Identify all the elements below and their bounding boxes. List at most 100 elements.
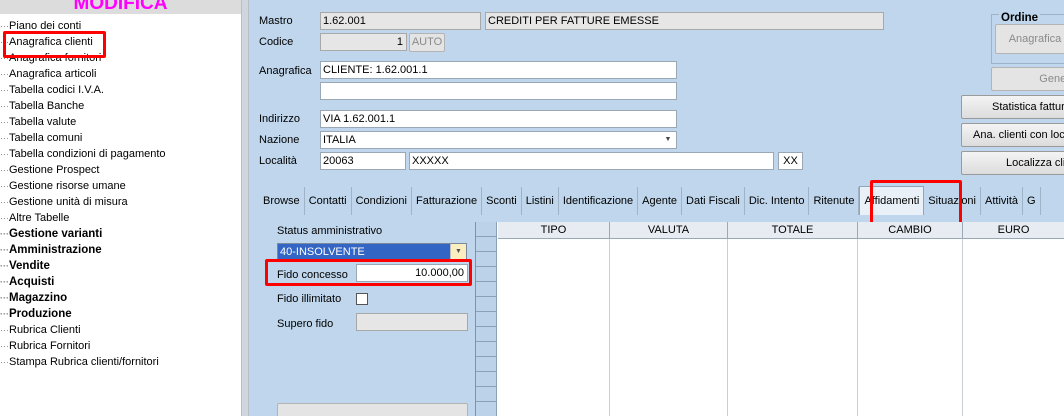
tree-header: MODIFICA xyxy=(0,0,241,14)
tree-item[interactable]: ···Rubrica Clienti xyxy=(0,322,166,338)
chevron-down-icon[interactable]: ▼ xyxy=(450,244,466,260)
tree-item-label: Anagrafica clienti xyxy=(9,36,93,48)
splitter[interactable] xyxy=(241,0,249,416)
nazione-combo[interactable]: ITALIA ▼ xyxy=(320,131,677,149)
tree-item[interactable]: ···Stampa Rubrica clienti/fornitori xyxy=(0,354,166,370)
tree-item[interactable]: ···Anagrafica fornitori xyxy=(0,50,166,66)
ana-clienti-localita-button[interactable]: Ana. clienti con località xyxy=(961,123,1064,147)
grid-row-header-cell[interactable] xyxy=(476,252,496,267)
tree-item-label: Gestione unità di misura xyxy=(9,196,128,208)
chevron-down-icon[interactable]: ▼ xyxy=(660,132,676,148)
grid-row-header-cell[interactable] xyxy=(476,267,496,282)
tree-item-label: Produzione xyxy=(9,308,72,320)
tree-connector-icon: ··· xyxy=(0,325,9,335)
tab-situazioni[interactable]: Situazioni xyxy=(924,187,981,215)
affidamenti-grid[interactable]: TIPO VALUTA TOTALE CAMBIO EURO xyxy=(475,222,1064,416)
grid-row-header-cell[interactable] xyxy=(476,327,496,342)
grid-row-header-cell[interactable] xyxy=(476,297,496,312)
tab-condizioni[interactable]: Condizioni xyxy=(351,187,412,215)
status-amministrativo-combo[interactable]: 40-INSOLVENTE ▼ xyxy=(277,243,467,261)
tree-item[interactable]: ···Produzione xyxy=(0,306,166,322)
tree-connector-icon: ··· xyxy=(0,101,9,111)
tree-connector-icon: ··· xyxy=(0,197,9,207)
grid-column-header[interactable]: VALUTA xyxy=(610,222,728,239)
genera-button[interactable]: Genera xyxy=(991,67,1064,91)
tab-affidamenti[interactable]: Affidamenti xyxy=(859,186,925,215)
tree-item[interactable]: ···Gestione risorse umane xyxy=(0,178,166,194)
tab-browse[interactable]: Browse xyxy=(259,187,305,215)
grid-row-header-cell[interactable] xyxy=(476,372,496,387)
anagrafica-button[interactable]: Anagrafica xyxy=(995,24,1064,54)
fido-concesso-field[interactable]: 10.000,00 xyxy=(356,264,468,282)
localita-field[interactable]: XXXXX xyxy=(409,152,774,170)
codice-label: Codice xyxy=(259,36,294,48)
tree-item-label: Amministrazione xyxy=(9,244,102,256)
tree-item-label: Tabella Banche xyxy=(9,100,85,112)
grid-row-header-cell[interactable] xyxy=(476,222,496,237)
fido-illimitato-checkbox[interactable] xyxy=(356,293,368,305)
tree-connector-icon: ··· xyxy=(0,53,9,63)
tree-item[interactable]: ···Tabella comuni xyxy=(0,130,166,146)
tree-item[interactable]: ···Tabella valute xyxy=(0,114,166,130)
bottom-button[interactable] xyxy=(277,403,468,416)
mastro-code-field[interactable]: 1.62.001 xyxy=(320,12,481,30)
tab-identificazione[interactable]: Identificazione xyxy=(558,187,639,215)
tree-item[interactable]: ···Anagrafica articoli xyxy=(0,66,166,82)
indirizzo-field[interactable]: VIA 1.62.001.1 xyxy=(320,110,677,128)
grid-column-divider xyxy=(609,239,610,416)
tree-connector-icon: ··· xyxy=(0,117,9,127)
tree-item-label: Gestione varianti xyxy=(9,228,103,240)
tree-item[interactable]: ···Gestione Prospect xyxy=(0,162,166,178)
grid-column-header[interactable]: EURO xyxy=(963,222,1064,239)
grid-row-header-cell[interactable] xyxy=(476,237,496,252)
auto-button[interactable]: AUTO xyxy=(409,33,445,52)
tree-connector-icon: ··· xyxy=(0,309,9,319)
ordine-label: Ordine xyxy=(999,11,1041,25)
localizza-cliente-button[interactable]: Localizza cliente xyxy=(961,151,1064,175)
tree-item[interactable]: ···Rubrica Fornitori xyxy=(0,338,166,354)
tree-item[interactable]: ···Tabella codici I.V.A. xyxy=(0,82,166,98)
grid-row-header-cell[interactable] xyxy=(476,387,496,402)
tree-item[interactable]: ···Gestione varianti xyxy=(0,226,166,242)
tab-ritenute[interactable]: Ritenute xyxy=(809,187,860,215)
provincia-field[interactable]: XX xyxy=(778,152,803,170)
grid-row-header-cell[interactable] xyxy=(476,312,496,327)
tree-item[interactable]: ···Piano dei conti xyxy=(0,18,166,34)
tab-dic-intento[interactable]: Dic. Intento xyxy=(744,187,810,215)
tab-agente[interactable]: Agente xyxy=(638,187,683,215)
tree-item[interactable]: ···Magazzino xyxy=(0,290,166,306)
tree-connector-icon: ··· xyxy=(0,277,9,287)
codice-field[interactable]: 1 xyxy=(320,33,407,51)
tree-item[interactable]: ···Tabella condizioni di pagamento xyxy=(0,146,166,162)
tab-sconti[interactable]: Sconti xyxy=(482,187,522,215)
cap-field[interactable]: 20063 xyxy=(320,152,406,170)
tree-list: ···Piano dei conti ···Anagrafica clienti ·… xyxy=(0,18,166,370)
tree-item[interactable]: ···Tabella Banche xyxy=(0,98,166,114)
grid-column-header[interactable]: CAMBIO xyxy=(858,222,963,239)
customer-form: Mastro 1.62.001 CREDITI PER FATTURE EMES… xyxy=(249,0,1064,416)
mastro-label: Mastro xyxy=(259,15,293,27)
grid-row-header-cell[interactable] xyxy=(476,282,496,297)
tree-connector-icon: ··· xyxy=(0,261,9,271)
statistica-fatturato-button[interactable]: Statistica fatturato xyxy=(961,95,1064,119)
tree-item[interactable]: ···Altre Tabelle xyxy=(0,210,166,226)
tab-dati-fiscali[interactable]: Dati Fiscali xyxy=(682,187,745,215)
tree-item[interactable]: ···Acquisti xyxy=(0,274,166,290)
tab-attivit[interactable]: Attività xyxy=(981,187,1024,215)
tab-listini[interactable]: Listini xyxy=(521,187,559,215)
tree-connector-icon: ··· xyxy=(0,357,9,367)
grid-row-header-cell[interactable] xyxy=(476,402,496,416)
grid-column-header[interactable]: TOTALE xyxy=(728,222,858,239)
tree-item[interactable]: ···Gestione unità di misura xyxy=(0,194,166,210)
grid-column-header[interactable]: TIPO xyxy=(498,222,610,239)
tree-item[interactable]: ···Amministrazione xyxy=(0,242,166,258)
tree-item[interactable]: ···Anagrafica clienti xyxy=(0,34,166,50)
tree-item[interactable]: ···Vendite xyxy=(0,258,166,274)
tab-contatti[interactable]: Contatti xyxy=(304,187,352,215)
anagrafica-line1-field[interactable]: CLIENTE: 1.62.001.1 xyxy=(320,61,677,79)
tab-g[interactable]: G xyxy=(1023,187,1041,215)
anagrafica-line2-field[interactable] xyxy=(320,82,677,100)
grid-row-header-cell[interactable] xyxy=(476,342,496,357)
grid-row-header-cell[interactable] xyxy=(476,357,496,372)
tab-fatturazione[interactable]: Fatturazione xyxy=(411,187,483,215)
